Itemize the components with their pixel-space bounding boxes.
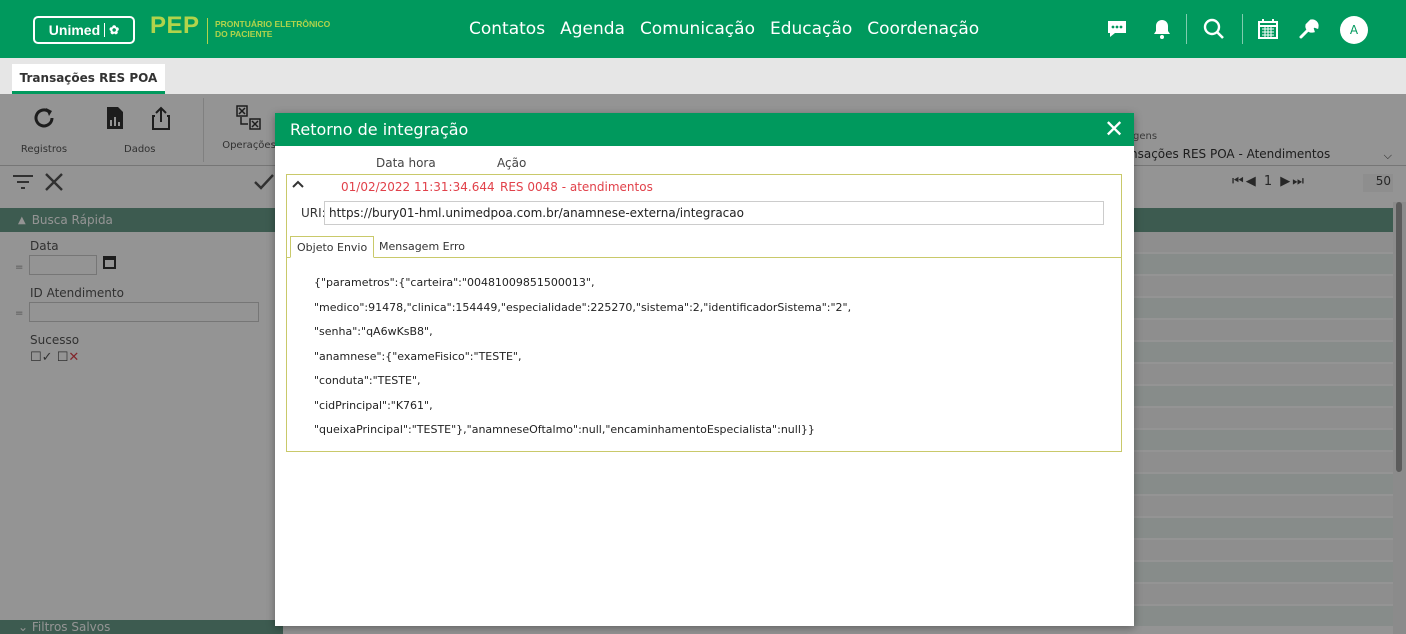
unimed-logo[interactable]: Unimed ✿ [33, 16, 135, 44]
uri-field[interactable]: https://bury01-hml.unimedpoa.com.br/anam… [324, 201, 1104, 225]
record-action: RES 0048 - atendimentos [500, 180, 653, 194]
avatar[interactable]: A [1340, 16, 1368, 44]
logo-mark-icon: ✿ [104, 23, 119, 37]
calendar-icon[interactable] [1256, 17, 1280, 41]
json-line: "conduta":"TESTE", [314, 374, 421, 387]
json-line: "medico":91478,"clinica":154449,"especia… [314, 300, 852, 314]
brand-subtitle-line1: PRONTUÁRIO ELETRÔNICO [215, 19, 331, 29]
uri-label: URI: [301, 206, 326, 220]
dialog-header: Retorno de integração [275, 113, 1134, 146]
tab-mensagem-erro[interactable]: Mensagem Erro [373, 236, 471, 258]
record-summary-row[interactable]: 01/02/2022 11:31:34.644 RES 0048 - atend… [287, 175, 1121, 197]
search-icon[interactable] [1202, 17, 1226, 41]
close-icon[interactable]: ✕ [1102, 116, 1126, 142]
chevron-up-icon[interactable] [292, 178, 304, 192]
nav-contatos[interactable]: Contatos [469, 19, 545, 39]
payload-json: {"parametros":{"carteira":"0048100985150… [314, 274, 851, 446]
dialog-title: Retorno de integração [290, 120, 469, 139]
record-tabs: Objeto Envio Mensagem Erro [287, 234, 1121, 258]
integration-record: 01/02/2022 11:31:34.644 RES 0048 - atend… [286, 174, 1122, 452]
json-line: "senha":"qA6wKsB8", [314, 325, 433, 338]
tab-strip: Transações RES POA [0, 58, 1406, 94]
col-header-datetime: Data hora [376, 156, 436, 170]
col-header-action: Ação [497, 156, 527, 170]
icon-divider [1186, 14, 1187, 44]
nav-coordenacao[interactable]: Coordenação [867, 19, 979, 39]
json-line: "anamnese":{"exameFisico":"TESTE", [314, 349, 522, 363]
tab-objeto-envio[interactable]: Objeto Envio [290, 236, 375, 258]
record-datetime: 01/02/2022 11:31:34.644 [341, 180, 495, 194]
json-line: {"parametros":{"carteira":"0048100985150… [314, 276, 595, 289]
integration-return-dialog: Retorno de integração ✕ Data hora Ação 0… [275, 113, 1134, 626]
logo-text: Unimed [48, 22, 101, 38]
nav-agenda[interactable]: Agenda [560, 19, 625, 39]
brand-title: PEP [150, 12, 200, 39]
brand-subtitle-line2: DO PACIENTE [215, 29, 273, 39]
brand-divider [207, 18, 208, 44]
wrench-icon[interactable] [1297, 17, 1321, 41]
nav-educacao[interactable]: Educação [770, 19, 852, 39]
json-line: "cidPrincipal":"K761", [314, 398, 433, 412]
brand-subtitle: PRONTUÁRIO ELETRÔNICO DO PACIENTE [215, 19, 330, 39]
bell-icon[interactable] [1150, 17, 1174, 41]
chat-icon[interactable] [1105, 17, 1129, 41]
icon-divider [1242, 14, 1243, 44]
top-navbar: Unimed ✿ PEP PRONTUÁRIO ELETRÔNICO DO PA… [0, 0, 1406, 58]
json-line: "queixaPrincipal":"TESTE"},"anamneseOfta… [314, 423, 815, 436]
nav-comunicacao[interactable]: Comunicação [640, 19, 755, 39]
main-nav: Contatos Agenda Comunicação Educação Coo… [469, 0, 979, 58]
tab-transacoes-res-poa[interactable]: Transações RES POA [12, 64, 165, 94]
